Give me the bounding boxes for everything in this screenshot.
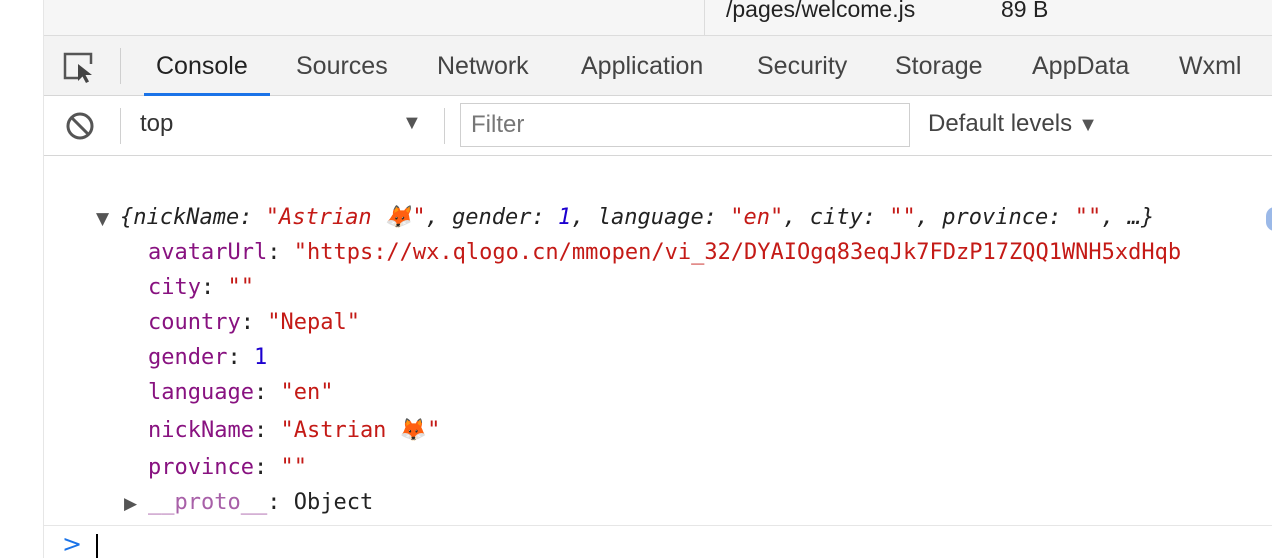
- toolbar-divider: [444, 108, 445, 144]
- console-output: ▼ {nickName: "Astrian 🦊", gender: 1, lang…: [44, 157, 1272, 525]
- object-summary[interactable]: ▼ {nickName: "Astrian 🦊", gender: 1, lang…: [96, 202, 1154, 234]
- tab-bar-divider: [120, 48, 121, 84]
- tab-label: Wxml: [1179, 52, 1242, 80]
- context-selector[interactable]: top ▼: [140, 108, 430, 144]
- summary-key: gender: [452, 205, 532, 230]
- tab-wxml[interactable]: Wxml: [1179, 36, 1241, 96]
- property-value: "Astrian 🦊": [280, 418, 441, 443]
- prompt-chevron-icon: >: [62, 530, 83, 558]
- summary-value: 1: [558, 205, 572, 230]
- log-levels-label: Default levels: [928, 110, 1073, 137]
- property-row: avatarUrl: "https://wx.qlogo.cn/mmopen/v…: [148, 240, 1182, 265]
- tab-label: Console: [156, 52, 248, 80]
- file-info-bar: /pages/welcome.js 89 B: [44, 0, 1272, 36]
- property-row: province: "": [148, 455, 307, 480]
- tab-label: Application: [581, 52, 704, 80]
- devtools-tab-bar: Console Sources Network Application Secu…: [44, 36, 1272, 96]
- context-value: top: [140, 110, 174, 137]
- file-bar-divider: [704, 0, 705, 36]
- log-levels-dropdown[interactable]: Default levels ▼: [928, 108, 1098, 144]
- summary-value: "Astrian 🦊": [265, 205, 426, 230]
- property-value: "": [227, 275, 254, 300]
- property-row: country: "Nepal": [148, 310, 360, 335]
- property-key: avatarUrl: [148, 240, 268, 265]
- collapse-triangle-icon[interactable]: ▼: [96, 203, 120, 235]
- proto-row[interactable]: ▶ __proto__: Object: [124, 487, 373, 519]
- console-toolbar: top ▼ Default levels▼: [44, 96, 1272, 156]
- property-key: city: [148, 275, 201, 300]
- clear-console-icon[interactable]: [64, 110, 96, 142]
- tab-console[interactable]: Console: [144, 36, 270, 96]
- property-row: city: "": [148, 275, 254, 300]
- console-prompt[interactable]: >: [44, 525, 1272, 558]
- property-value: "Nepal": [267, 310, 360, 335]
- summary-open-brace: {: [120, 205, 134, 230]
- summary-value: "": [1074, 205, 1102, 230]
- chevron-down-icon: ▼: [1078, 114, 1098, 136]
- file-name[interactable]: /pages/welcome.js: [726, 0, 915, 23]
- tab-storage[interactable]: Storage: [895, 36, 983, 96]
- property-key: language: [148, 380, 254, 405]
- proto-key: __proto__: [148, 490, 268, 515]
- tab-application[interactable]: Application: [581, 36, 703, 96]
- tab-network[interactable]: Network: [437, 36, 529, 96]
- summary-key: language: [597, 205, 704, 230]
- toolbar-divider: [120, 108, 121, 144]
- property-value: "": [280, 455, 307, 480]
- filter-input[interactable]: [460, 103, 910, 147]
- tab-sources[interactable]: Sources: [296, 36, 388, 96]
- summary-value: "en": [730, 205, 784, 230]
- left-gutter: [0, 0, 44, 558]
- expand-triangle-icon[interactable]: ▶: [124, 488, 148, 520]
- property-row: gender: 1: [148, 345, 268, 370]
- summary-key: province: [942, 205, 1049, 230]
- chevron-down-icon: ▼: [402, 112, 422, 134]
- tab-label: Sources: [296, 52, 388, 80]
- proto-value: Object: [293, 490, 374, 515]
- property-value: 1: [253, 345, 268, 370]
- property-key: province: [148, 455, 254, 480]
- property-row: nickName: "Astrian 🦊": [148, 418, 441, 443]
- tab-label: Storage: [895, 52, 983, 80]
- property-key: country: [148, 310, 241, 335]
- property-key: nickName: [148, 418, 254, 443]
- summary-key: city: [809, 205, 863, 230]
- summary-ellipsis: …}: [1127, 205, 1155, 230]
- tab-security[interactable]: Security: [757, 36, 847, 96]
- info-icon[interactable]: [1266, 207, 1272, 231]
- inspect-element-icon[interactable]: [62, 50, 98, 84]
- property-row: language: "en": [148, 380, 334, 405]
- summary-key: nickName: [133, 205, 240, 230]
- summary-value: "": [889, 205, 916, 230]
- tab-label: Security: [757, 52, 848, 80]
- tab-label: Network: [437, 52, 529, 80]
- text-caret: [96, 534, 98, 558]
- file-size: 89 B: [1001, 0, 1049, 22]
- property-key: gender: [148, 345, 228, 370]
- tab-label: AppData: [1032, 52, 1130, 80]
- property-value: "en": [280, 380, 334, 405]
- property-value[interactable]: "https://wx.qlogo.cn/mmopen/vi_32/DYAIOg…: [294, 240, 1181, 265]
- tab-appdata[interactable]: AppData: [1032, 36, 1129, 96]
